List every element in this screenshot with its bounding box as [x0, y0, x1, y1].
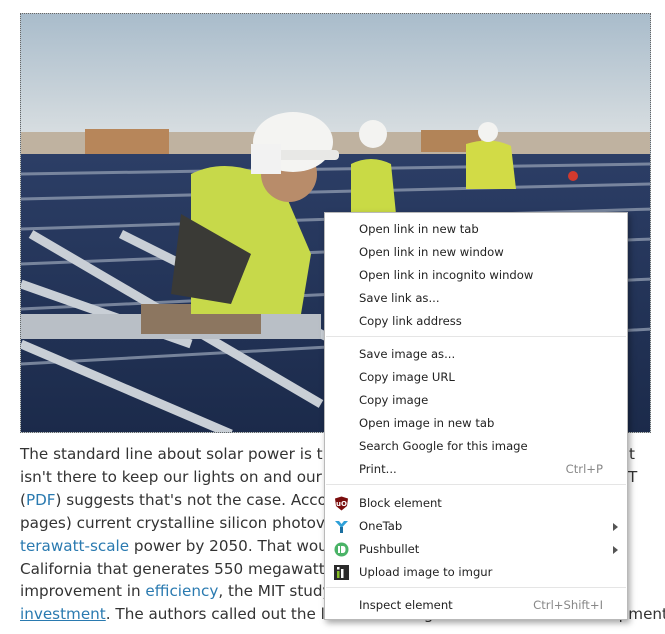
menu-separator: [326, 336, 626, 337]
menu-item-open-link-new-tab[interactable]: Open link in new tab: [325, 218, 627, 241]
investment-link[interactable]: investment: [20, 605, 106, 623]
inspect-shortcut: Ctrl+Shift+I: [533, 598, 603, 612]
print-shortcut: Ctrl+P: [565, 462, 603, 476]
terawatt-scale-link[interactable]: terawatt-scale: [20, 537, 129, 555]
menu-item-inspect-element[interactable]: Inspect element Ctrl+Shift+I: [325, 594, 627, 617]
context-menu: Open link in new tab Open link in new wi…: [324, 212, 628, 620]
article-fragment-right: T: [628, 468, 638, 486]
svg-text:uO: uO: [336, 500, 347, 508]
pdf-link[interactable]: PDF: [26, 491, 56, 509]
menu-item-open-link-new-window[interactable]: Open link in new window: [325, 241, 627, 264]
menu-item-open-image-new-tab[interactable]: Open image in new tab: [325, 412, 627, 435]
menu-item-save-image-as[interactable]: Save image as...: [325, 343, 627, 366]
menu-item-search-google-image[interactable]: Search Google for this image: [325, 435, 627, 458]
onetab-icon: [335, 521, 348, 533]
menu-item-copy-image-url[interactable]: Copy image URL: [325, 366, 627, 389]
menu-item-copy-link-address[interactable]: Copy link address: [325, 310, 627, 333]
menu-separator: [326, 587, 626, 588]
pushbullet-icon: [334, 542, 349, 557]
menu-separator: [326, 484, 626, 485]
menu-item-onetab[interactable]: OneTab: [325, 515, 627, 538]
efficiency-link[interactable]: efficiency: [145, 582, 218, 600]
menu-item-pushbullet[interactable]: Pushbullet: [325, 538, 627, 561]
chevron-right-icon: [613, 546, 618, 554]
menu-item-print[interactable]: Print... Ctrl+P: [325, 458, 627, 481]
imgur-icon: [334, 565, 349, 580]
ublock-icon: uO: [335, 496, 348, 511]
menu-item-save-link-as[interactable]: Save link as...: [325, 287, 627, 310]
chevron-right-icon: [613, 523, 618, 531]
article-fragment-right: t: [629, 445, 635, 463]
menu-item-block-element[interactable]: uO Block element: [325, 492, 627, 515]
menu-item-open-link-incognito[interactable]: Open link in incognito window: [325, 264, 627, 287]
menu-item-copy-image[interactable]: Copy image: [325, 389, 627, 412]
menu-item-upload-imgur[interactable]: Upload image to imgur: [325, 561, 627, 584]
